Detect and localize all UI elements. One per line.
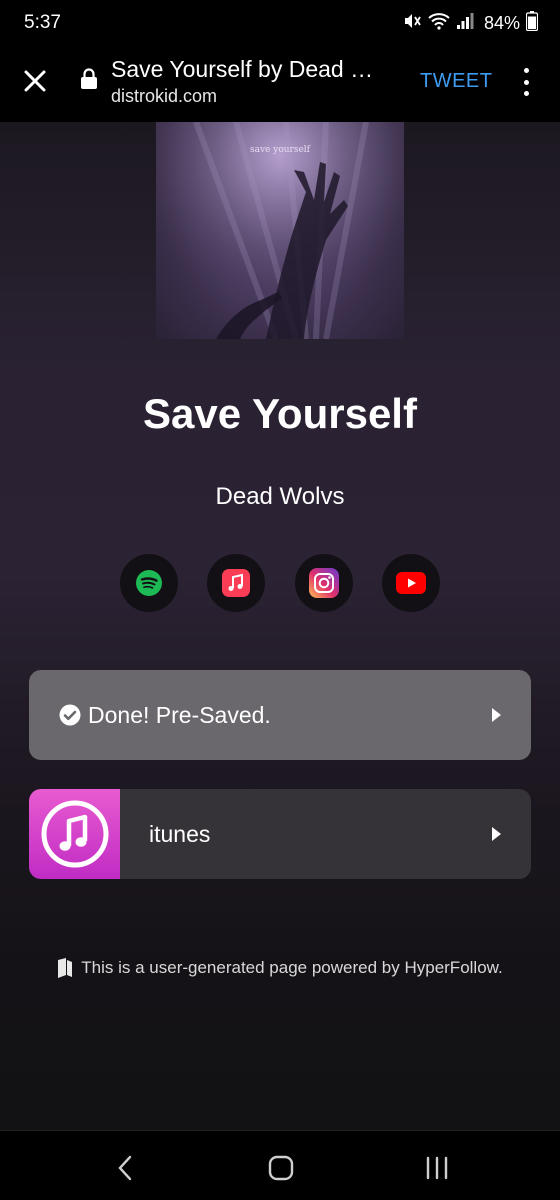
battery-percent: 84% [483, 13, 520, 33]
instagram-button[interactable] [295, 554, 353, 612]
tweet-button[interactable]: TWEET [420, 70, 493, 93]
chevron-right-icon [492, 827, 501, 841]
system-nav-bar [0, 1130, 560, 1200]
status-icons: 84% [402, 11, 539, 36]
presave-button[interactable]: Done! Pre-Saved. [29, 670, 531, 760]
browser-toolbar: Save Yourself by Dead … distrokid.com TW… [0, 46, 560, 122]
spotify-icon [136, 570, 162, 596]
back-icon [118, 1155, 132, 1181]
recents-icon [426, 1156, 448, 1180]
spotify-button[interactable] [120, 554, 178, 612]
hyperfollow-page: save yourself Save Yourself Dead Wolvs D… [0, 122, 560, 1130]
social-links [0, 554, 560, 614]
youtube-button[interactable] [382, 554, 440, 612]
youtube-icon [396, 572, 426, 594]
close-icon [24, 70, 46, 92]
signal-icon [456, 12, 474, 35]
footer: This is a user-generated page powered by… [0, 958, 560, 978]
check-circle-icon [59, 704, 81, 726]
song-title: Save Yourself [143, 390, 417, 437]
close-button[interactable] [20, 66, 50, 96]
lock-icon [80, 68, 98, 95]
artist-name: Dead Wolvs [215, 483, 345, 510]
wifi-icon [428, 11, 450, 36]
itunes-button[interactable]: itunes [29, 789, 531, 879]
status-bar: 5:37 84% [0, 0, 560, 46]
album-cover-text: save yourself [250, 145, 311, 155]
more-vert-icon [523, 68, 529, 73]
status-time: 5:37 [24, 12, 61, 33]
page-url[interactable]: distrokid.com [111, 86, 217, 107]
battery-icon [525, 11, 539, 36]
footer-text[interactable]: This is a user-generated page powered by… [81, 958, 502, 978]
page-title: Save Yourself by Dead … [111, 56, 374, 82]
presave-label: Done! Pre-Saved. [88, 702, 271, 728]
home-icon [268, 1155, 294, 1181]
recents-button[interactable] [422, 1153, 452, 1183]
apple-music-icon [222, 569, 250, 597]
hyperfollow-icon [58, 958, 73, 978]
mute-icon [402, 11, 422, 36]
back-button[interactable] [110, 1153, 140, 1183]
apple-music-button[interactable] [207, 554, 265, 612]
itunes-label: itunes [149, 821, 211, 847]
chevron-right-icon [492, 708, 501, 722]
album-cover: save yourself [156, 122, 404, 339]
itunes-icon [41, 800, 108, 868]
home-button[interactable] [266, 1153, 296, 1183]
instagram-icon [309, 568, 339, 598]
itunes-logo [29, 789, 120, 879]
more-options-button[interactable] [516, 68, 536, 96]
